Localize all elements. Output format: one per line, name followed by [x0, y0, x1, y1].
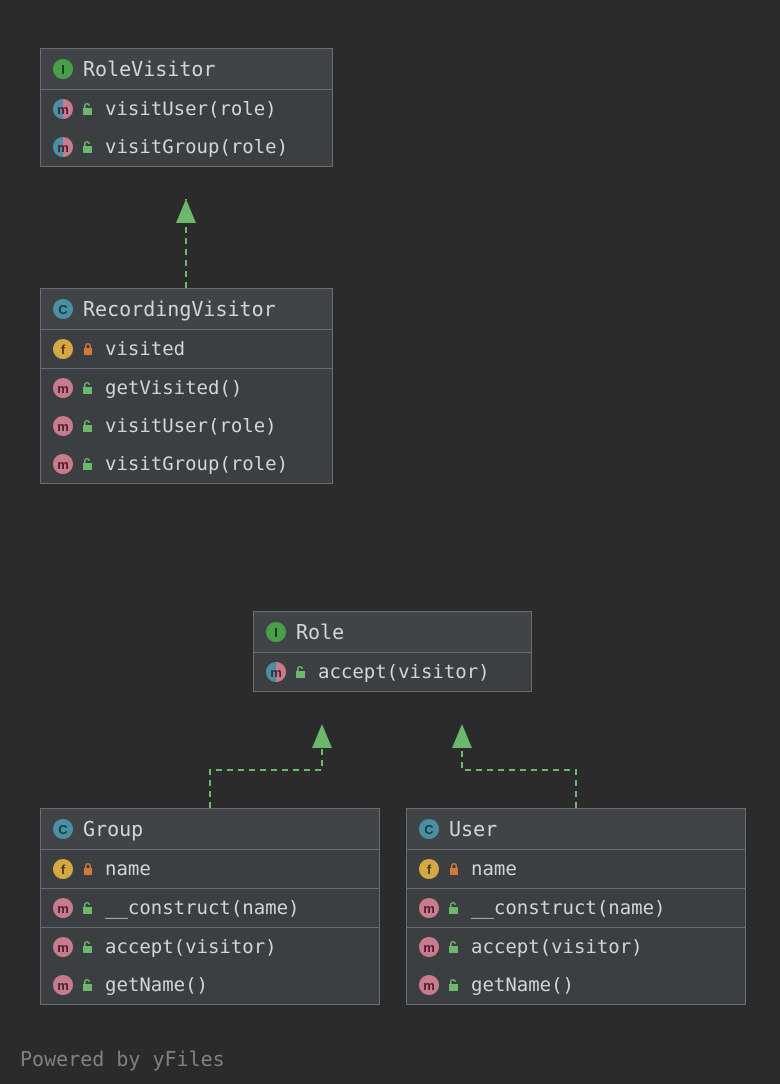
method-icon: m	[53, 378, 73, 398]
class-icon: C	[53, 299, 73, 319]
field-name: name	[105, 858, 151, 880]
class-user[interactable]: C User f name m __construct(name) m acce…	[406, 808, 746, 1005]
method-row[interactable]: m __construct(name)	[407, 889, 745, 927]
method-icon: m	[53, 898, 73, 918]
powered-by-label: Powered by yFiles	[20, 1047, 225, 1071]
unlock-icon	[447, 940, 461, 954]
field-row[interactable]: f name	[41, 850, 379, 888]
unlock-icon	[81, 978, 95, 992]
field-row[interactable]: f name	[407, 850, 745, 888]
method-icon: m	[419, 975, 439, 995]
unlock-icon	[81, 140, 95, 154]
method-row[interactable]: m accept(visitor)	[407, 928, 745, 966]
method-name: accept(visitor)	[318, 661, 490, 683]
class-title: Role	[296, 620, 344, 644]
unlock-icon	[81, 419, 95, 433]
lock-icon	[81, 342, 95, 356]
method-name: accept(visitor)	[471, 936, 643, 958]
method-row[interactable]: m visitGroup(role)	[41, 445, 332, 483]
unlock-icon	[81, 102, 95, 116]
interface-icon: I	[53, 59, 73, 79]
class-icon: C	[419, 819, 439, 839]
unlock-icon	[81, 901, 95, 915]
method-row[interactable]: accept(visitor)	[254, 653, 531, 691]
unlock-icon	[81, 940, 95, 954]
class-role[interactable]: I Role accept(visitor)	[253, 611, 532, 692]
method-icon: m	[419, 937, 439, 957]
field-name: visited	[105, 338, 185, 360]
method-name: __construct(name)	[105, 897, 299, 919]
fields-section: f name	[407, 850, 745, 889]
method-name: visitGroup(role)	[105, 136, 288, 158]
method-name: accept(visitor)	[105, 936, 277, 958]
class-title: RecordingVisitor	[83, 297, 276, 321]
methods-section: m __construct(name)	[407, 889, 745, 928]
method-row[interactable]: m __construct(name)	[41, 889, 379, 927]
lock-icon	[447, 862, 461, 876]
fields-section: f name	[41, 850, 379, 889]
class-header: I RoleVisitor	[41, 49, 332, 90]
method-icon: m	[53, 454, 73, 474]
abstract-method-icon	[53, 137, 73, 157]
class-rolevisitor[interactable]: I RoleVisitor visitUser(role) visitGroup…	[40, 48, 333, 167]
field-name: name	[471, 858, 517, 880]
methods-section: m __construct(name)	[41, 889, 379, 928]
class-recordingvisitor[interactable]: C RecordingVisitor f visited m getVisite…	[40, 288, 333, 484]
abstract-method-icon	[53, 99, 73, 119]
method-row[interactable]: m getName()	[41, 966, 379, 1004]
unlock-icon	[81, 381, 95, 395]
method-name: visitGroup(role)	[105, 453, 288, 475]
class-title: User	[449, 817, 497, 841]
method-name: __construct(name)	[471, 897, 665, 919]
methods-section: m getVisited() m visitUser(role) m visit…	[41, 369, 332, 483]
method-row[interactable]: m getVisited()	[41, 369, 332, 407]
method-row[interactable]: m accept(visitor)	[41, 928, 379, 966]
field-icon: f	[419, 859, 439, 879]
fields-section: f visited	[41, 330, 332, 369]
field-icon: f	[53, 339, 73, 359]
methods-section: accept(visitor)	[254, 653, 531, 691]
unlock-icon	[81, 457, 95, 471]
class-header: C Group	[41, 809, 379, 850]
class-header: C User	[407, 809, 745, 850]
methods-section: m accept(visitor) m getName()	[41, 928, 379, 1004]
method-icon: m	[53, 975, 73, 995]
method-row[interactable]: visitGroup(role)	[41, 128, 332, 166]
unlock-icon	[447, 901, 461, 915]
method-row[interactable]: m getName()	[407, 966, 745, 1004]
lock-icon	[81, 862, 95, 876]
field-row[interactable]: f visited	[41, 330, 332, 368]
methods-section: m accept(visitor) m getName()	[407, 928, 745, 1004]
method-icon: m	[419, 898, 439, 918]
class-icon: C	[53, 819, 73, 839]
abstract-method-icon	[266, 662, 286, 682]
method-icon: m	[53, 416, 73, 436]
interface-icon: I	[266, 622, 286, 642]
method-icon: m	[53, 937, 73, 957]
method-name: getName()	[105, 974, 208, 996]
unlock-icon	[447, 978, 461, 992]
class-group[interactable]: C Group f name m __construct(name) m acc…	[40, 808, 380, 1005]
method-name: getVisited()	[105, 377, 242, 399]
unlock-icon	[294, 665, 308, 679]
method-row[interactable]: visitUser(role)	[41, 90, 332, 128]
class-header: I Role	[254, 612, 531, 653]
class-title: RoleVisitor	[83, 57, 215, 81]
class-header: C RecordingVisitor	[41, 289, 332, 330]
class-title: Group	[83, 817, 143, 841]
method-name: getName()	[471, 974, 574, 996]
method-name: visitUser(role)	[105, 415, 277, 437]
methods-section: visitUser(role) visitGroup(role)	[41, 90, 332, 166]
method-name: visitUser(role)	[105, 98, 277, 120]
field-icon: f	[53, 859, 73, 879]
method-row[interactable]: m visitUser(role)	[41, 407, 332, 445]
